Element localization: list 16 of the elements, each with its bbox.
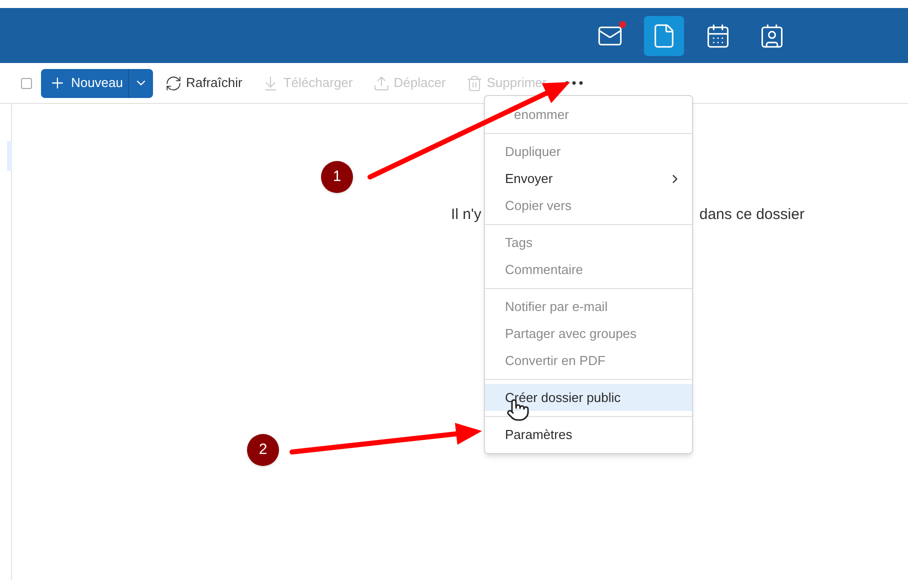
- upload-icon: [372, 74, 390, 92]
- empty-message: Il n'y: [451, 205, 482, 225]
- new-button[interactable]: Nouveau: [41, 68, 153, 98]
- empty-message: dans ce dossier: [699, 205, 804, 225]
- annotation-number: 1: [321, 161, 353, 193]
- refresh-icon: [165, 74, 182, 92]
- menu-item[interactable]: Créer dossier public: [485, 384, 692, 411]
- refresh-button[interactable]: Rafraîchir: [165, 73, 242, 93]
- menu-item[interactable]: Envoyer: [485, 165, 692, 192]
- select-all-checkbox[interactable]: [21, 78, 32, 88]
- contact-card-icon: [759, 22, 785, 48]
- annotation-number: 2: [247, 434, 279, 466]
- app-nav-button[interactable]: [644, 16, 684, 56]
- calendar-icon: [705, 22, 731, 48]
- menu-item[interactable]: Paramètres: [485, 421, 692, 448]
- trash-icon: [466, 74, 483, 92]
